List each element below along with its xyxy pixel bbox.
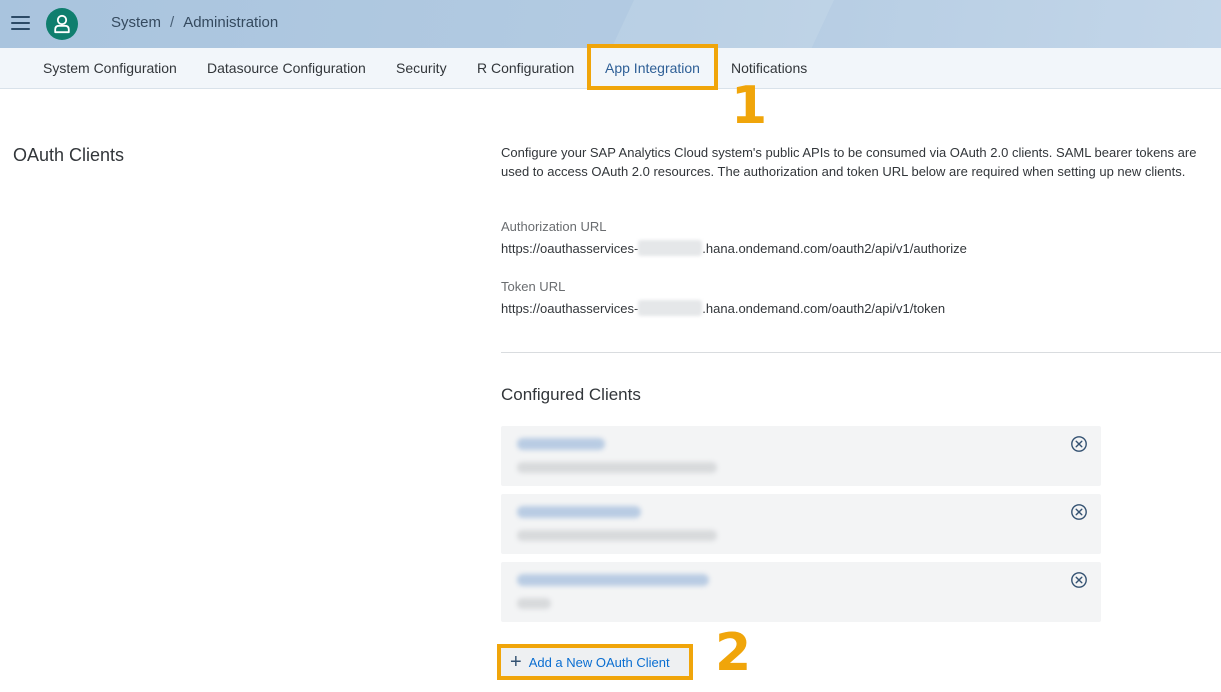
shell-bar-decoration — [601, 0, 839, 48]
client-name-redacted[interactable] — [517, 506, 641, 518]
hamburger-menu-icon[interactable] — [11, 15, 31, 33]
tab-app-integration[interactable]: App Integration — [605, 48, 700, 88]
tab-datasource-configuration[interactable]: Datasource Configuration — [207, 48, 366, 88]
token-url-label: Token URL — [501, 279, 566, 294]
avatar[interactable] — [46, 8, 78, 40]
section-title: OAuth Clients — [13, 145, 125, 165]
breadcrumb-separator: / — [170, 14, 175, 31]
add-oauth-client-label: Add a New OAuth Client — [528, 654, 670, 670]
configured-clients-title: Configured Clients — [501, 385, 641, 404]
tab-r-configuration[interactable]: R Configuration — [477, 48, 574, 88]
remove-circle-icon[interactable] — [1070, 503, 1088, 521]
client-status-redacted — [517, 530, 717, 541]
step-2-annotation: 2 — [715, 623, 752, 683]
client-card[interactable] — [501, 562, 1101, 622]
remove-circle-icon[interactable] — [1070, 571, 1088, 589]
tab-bar: System Configuration Datasource Configur… — [0, 48, 1221, 89]
step-1-annotation: 1 — [731, 76, 768, 136]
shell-bar: System / Administration — [0, 0, 1221, 48]
authorization-url-prefix: https://oauthasservices- — [501, 241, 639, 256]
client-status-redacted — [517, 462, 717, 473]
redacted-tenant — [638, 240, 703, 256]
section-divider — [501, 352, 1221, 353]
redacted-tenant — [638, 300, 703, 316]
token-url-value: https://oauthasservices- .hana.ondemand.c… — [501, 300, 945, 316]
user-icon — [54, 14, 70, 34]
client-name-redacted[interactable] — [517, 438, 605, 450]
client-card[interactable] — [501, 426, 1101, 486]
breadcrumb-system-link[interactable]: System — [111, 14, 161, 31]
oauth-description: Configure your SAP Analytics Cloud syste… — [501, 145, 1197, 179]
client-card[interactable] — [501, 494, 1101, 554]
add-oauth-client-button[interactable]: + Add a New OAuth Client — [500, 647, 690, 677]
breadcrumb-current: Administration — [183, 14, 279, 31]
remove-circle-icon[interactable] — [1070, 435, 1088, 453]
token-url-suffix: .hana.ondemand.com/oauth2/api/v1/token — [702, 301, 946, 316]
authorization-url-value: https://oauthasservices- .hana.ondemand.c… — [501, 240, 967, 256]
breadcrumb: System / Administration — [111, 14, 278, 31]
authorization-url-label: Authorization URL — [501, 219, 607, 234]
tab-system-configuration[interactable]: System Configuration — [43, 48, 177, 88]
client-name-redacted[interactable] — [517, 574, 709, 586]
token-url-prefix: https://oauthasservices- — [501, 301, 639, 316]
client-status-redacted — [517, 598, 551, 609]
tab-security[interactable]: Security — [396, 48, 447, 88]
add-icon: + — [510, 651, 522, 673]
authorization-url-suffix: .hana.ondemand.com/oauth2/api/v1/authori… — [702, 241, 967, 256]
